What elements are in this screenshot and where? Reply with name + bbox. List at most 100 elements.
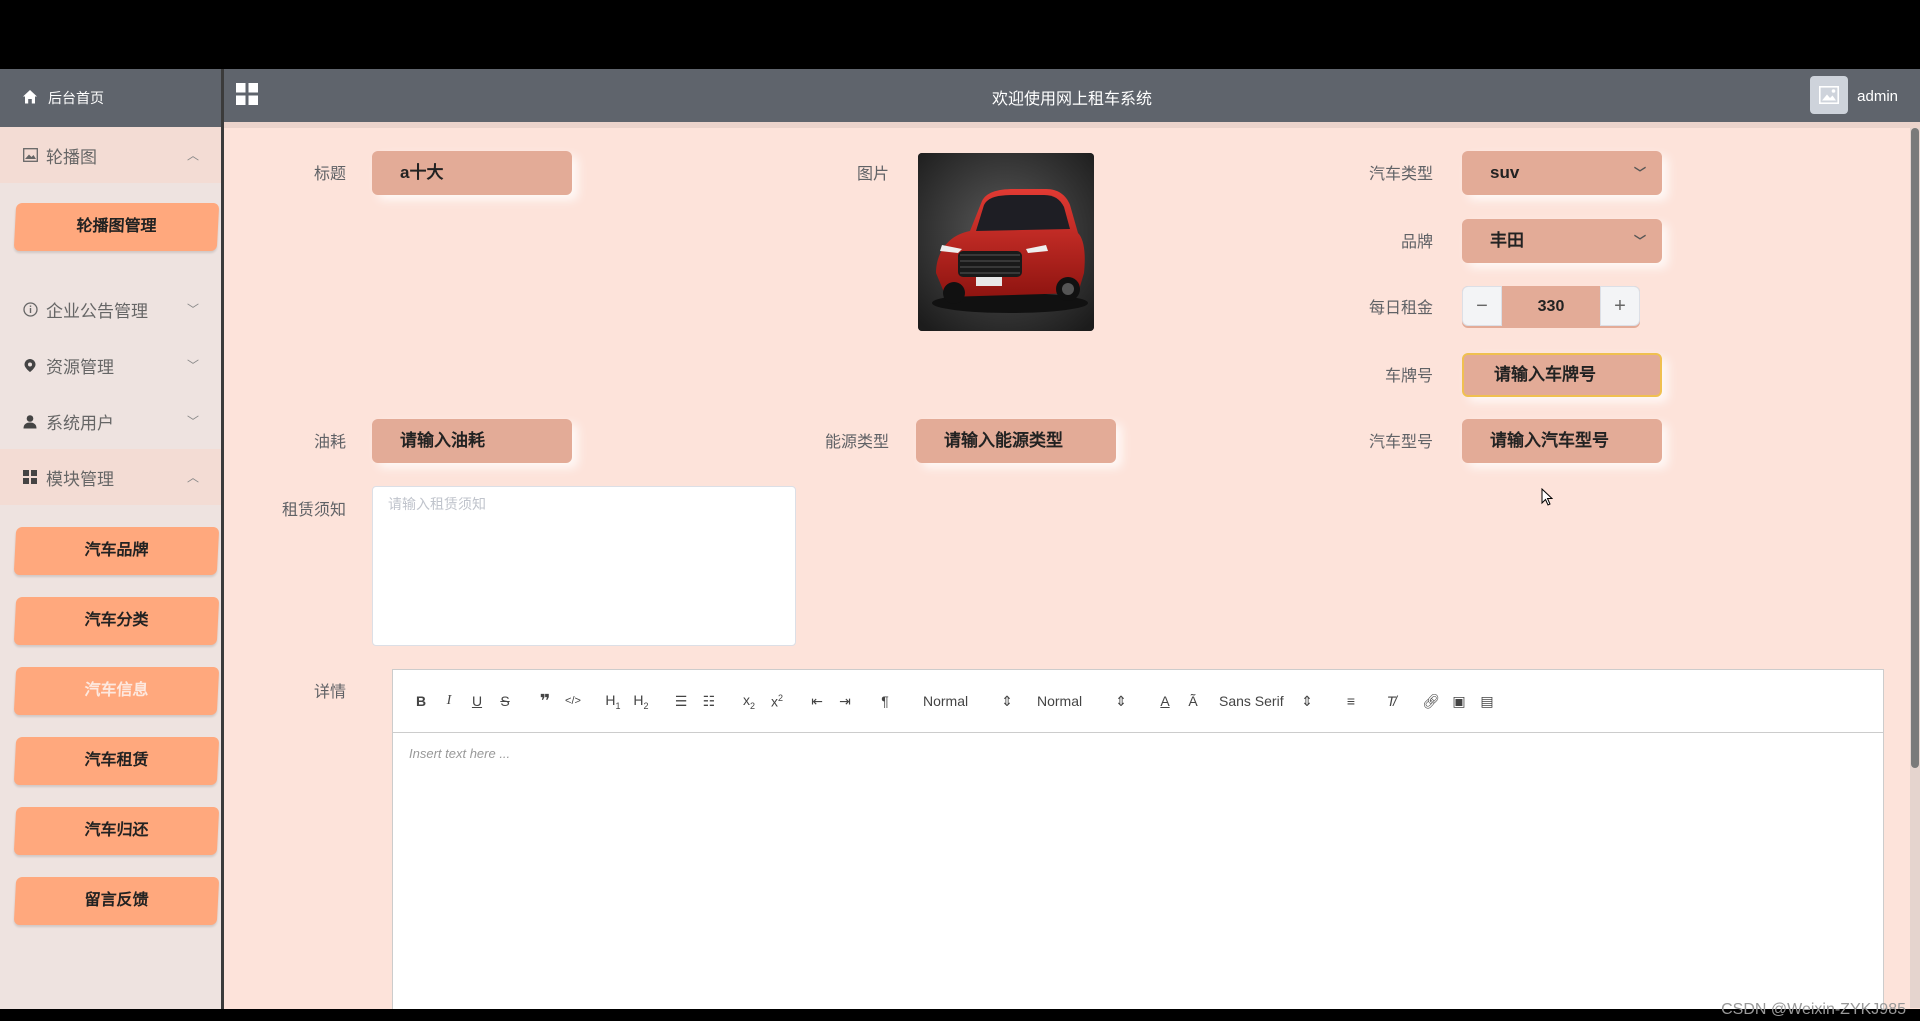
user-icon xyxy=(22,413,38,429)
menu-resources-label: 资源管理 xyxy=(46,357,114,377)
content-top-strip xyxy=(224,122,1920,128)
subscript-icon[interactable]: x2 xyxy=(735,692,763,711)
chevron-up-icon: ︿ xyxy=(186,470,199,485)
image-icon xyxy=(22,147,38,163)
brand-label: 品牌 xyxy=(1400,234,1433,251)
chevron-down-icon: ﹀ xyxy=(186,414,199,429)
image-label: 图片 xyxy=(856,166,889,183)
align-icon[interactable]: ≡ xyxy=(1337,693,1365,709)
decrease-button[interactable]: − xyxy=(1462,286,1502,326)
location-icon xyxy=(22,357,38,373)
vertical-scrollbar[interactable] xyxy=(1910,128,1920,1008)
header-select-value: Normal xyxy=(923,692,969,709)
daily-rent-stepper: − 330 + xyxy=(1462,286,1640,328)
sidebar-item-car-rental[interactable]: 汽车租赁 xyxy=(13,737,220,785)
notice-textarea[interactable]: 请输入租赁须知 xyxy=(372,486,796,646)
username[interactable]: admin xyxy=(1857,88,1898,105)
car-type-label: 汽车类型 xyxy=(1368,166,1433,183)
outdent-icon[interactable]: ⇤ xyxy=(803,693,831,710)
submenu-carousel: 轮播图管理 xyxy=(0,183,221,275)
updown-icon: ⇕ xyxy=(1301,692,1313,709)
model-label: 汽车型号 xyxy=(1368,434,1433,451)
avatar[interactable] xyxy=(1810,76,1848,114)
image-insert-icon[interactable]: ▣ xyxy=(1445,693,1473,710)
chevron-down-icon: ﹀ xyxy=(1633,166,1646,180)
car-type-select[interactable]: suv ﹀ xyxy=(1462,151,1662,195)
ordered-list-icon[interactable]: ☰ xyxy=(667,693,695,710)
sidebar-item-feedback[interactable]: 留言反馈 xyxy=(13,877,220,925)
font-select[interactable]: Sans Serif ⇕ xyxy=(1219,693,1313,710)
menu-system-users-label: 系统用户 xyxy=(46,413,114,433)
title-label: 标题 xyxy=(313,166,346,183)
strikethrough-icon[interactable]: S xyxy=(491,693,519,709)
brand-value: 丰田 xyxy=(1490,231,1524,250)
updown-icon: ⇕ xyxy=(1115,692,1127,709)
italic-icon[interactable]: I xyxy=(435,693,463,709)
menu-carousel-label: 轮播图 xyxy=(46,147,97,167)
text-direction-icon[interactable]: ¶ xyxy=(871,693,899,709)
font-color-icon[interactable]: A xyxy=(1151,693,1179,709)
energy-label: 能源类型 xyxy=(824,434,889,451)
editor-toolbar: B I U S ❞ </> H1 H2 ☰ ☷ x2 x2 ⇤ ⇥ ¶ Norm… xyxy=(393,670,1883,733)
chevron-down-icon: ﹀ xyxy=(186,302,199,317)
link-icon[interactable]: 🔗︎ xyxy=(1417,693,1445,710)
underline-icon[interactable]: U xyxy=(463,693,491,709)
app-screen: 后台首页 轮播图 ︿ 轮播图管理 企业公告管理 ﹀ 资源管理 ﹀ 系统用户 ﹀ … xyxy=(0,69,1920,1009)
brand-select[interactable]: 丰田 ﹀ xyxy=(1462,219,1662,263)
menu-resources[interactable]: 资源管理 ﹀ xyxy=(0,337,221,393)
chevron-up-icon: ︿ xyxy=(186,148,199,163)
header-select[interactable]: Normal ⇕ xyxy=(923,693,1013,710)
increase-button[interactable]: + xyxy=(1600,286,1640,326)
sidebar-home-label: 后台首页 xyxy=(48,90,104,106)
background-color-icon[interactable]: Ã xyxy=(1179,693,1207,709)
chevron-down-icon: ﹀ xyxy=(1633,234,1646,248)
blockquote-icon[interactable]: ❞ xyxy=(531,691,559,712)
video-icon[interactable]: ▤ xyxy=(1473,693,1501,710)
heading2-icon[interactable]: H2 xyxy=(627,692,655,711)
fuel-label: 油耗 xyxy=(313,434,346,451)
bold-icon[interactable]: B xyxy=(407,693,435,709)
superscript-icon[interactable]: x2 xyxy=(763,693,791,710)
daily-rent-label: 每日租金 xyxy=(1368,300,1433,317)
model-input[interactable]: 请输入汽车型号 xyxy=(1462,419,1662,463)
size-select[interactable]: Normal ⇕ xyxy=(1037,693,1127,710)
menu-carousel[interactable]: 轮播图 ︿ xyxy=(0,127,221,183)
heading1-icon[interactable]: H1 xyxy=(599,692,627,711)
menu-modules[interactable]: 模块管理 ︿ xyxy=(0,449,221,505)
editor-body[interactable]: Insert text here ... xyxy=(393,733,1883,774)
indent-icon[interactable]: ⇥ xyxy=(831,693,859,710)
bullet-list-icon[interactable]: ☷ xyxy=(695,693,723,710)
mouse-cursor-icon xyxy=(1541,487,1554,511)
sidebar-item-car-brand[interactable]: 汽车品牌 xyxy=(13,527,220,575)
menu-announcements[interactable]: 企业公告管理 ﹀ xyxy=(0,281,221,337)
detail-label: 详情 xyxy=(313,684,346,701)
fuel-input[interactable]: 请输入油耗 xyxy=(372,419,572,463)
notice-label: 租赁须知 xyxy=(281,502,346,519)
avatar-image-icon xyxy=(1819,86,1839,104)
code-icon[interactable]: </> xyxy=(559,695,587,707)
menu-system-users[interactable]: 系统用户 ﹀ xyxy=(0,393,221,449)
submenu-modules: 汽车品牌 汽车分类 汽车信息 汽车租赁 汽车归还 留言反馈 xyxy=(0,505,221,951)
top-bar: 欢迎使用网上租车系统 admin xyxy=(224,69,1920,122)
chevron-down-icon: ﹀ xyxy=(186,358,199,373)
clear-format-icon[interactable]: T̸ xyxy=(1377,693,1405,709)
info-circle-icon xyxy=(22,301,38,317)
energy-input[interactable]: 请输入能源类型 xyxy=(916,419,1116,463)
car-image[interactable] xyxy=(918,153,1094,331)
title-input[interactable]: a十大 xyxy=(372,151,572,195)
daily-rent-value[interactable]: 330 xyxy=(1502,286,1600,328)
scrollbar-thumb[interactable] xyxy=(1911,128,1919,768)
sidebar: 后台首页 轮播图 ︿ 轮播图管理 企业公告管理 ﹀ 资源管理 ﹀ 系统用户 ﹀ … xyxy=(0,69,224,1009)
sidebar-item-carousel-manage[interactable]: 轮播图管理 xyxy=(13,203,220,251)
plate-input[interactable]: 请输入车牌号 xyxy=(1462,353,1662,397)
menu-announcements-label: 企业公告管理 xyxy=(46,301,148,321)
sidebar-item-car-info[interactable]: 汽车信息 xyxy=(13,667,220,715)
rich-text-editor: B I U S ❞ </> H1 H2 ☰ ☷ x2 x2 ⇤ ⇥ ¶ Norm… xyxy=(392,669,1884,1009)
menu-modules-label: 模块管理 xyxy=(46,469,114,489)
watermark: CSDN @Weixin-ZYKJ985 xyxy=(1721,1001,1906,1018)
sidebar-item-car-return[interactable]: 汽车归还 xyxy=(13,807,220,855)
plate-label: 车牌号 xyxy=(1384,368,1433,385)
sidebar-home[interactable]: 后台首页 xyxy=(0,69,221,127)
sidebar-item-car-category[interactable]: 汽车分类 xyxy=(13,597,220,645)
home-icon xyxy=(22,89,38,108)
